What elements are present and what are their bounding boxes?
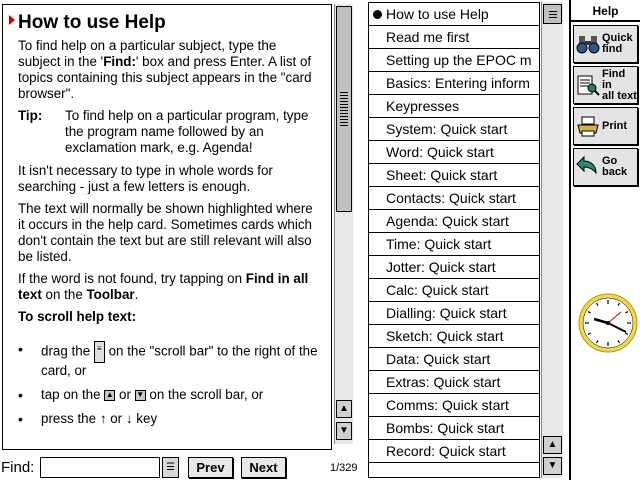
help-paragraph-3: The text will normally be shown highligh…: [18, 201, 313, 264]
card-list-item-label: Basics: Entering inform: [386, 75, 530, 91]
card-list-item-label: Comms: Quick start: [386, 397, 509, 413]
card-list-item[interactable]: Comms: Quick start: [369, 394, 539, 417]
scroll-up-icon: ▲: [104, 389, 116, 401]
card-list-item[interactable]: Record: Quick start: [369, 440, 539, 463]
card-list-item[interactable]: Extras: Quick start: [369, 371, 539, 394]
match-count: 1/329: [330, 462, 358, 474]
help-scroll-down-button[interactable]: ▼: [336, 422, 352, 440]
help-scroll-up-button[interactable]: ▲: [336, 400, 352, 418]
help-paragraph-2: It isn't necessary to type in whole word…: [18, 163, 273, 194]
card-browser-scrollbar[interactable]: ▲ ▼: [541, 2, 563, 478]
find-all-icon: [577, 75, 600, 96]
help-title: How to use Help: [9, 12, 321, 34]
card-list-item[interactable]: How to use Help: [369, 3, 539, 26]
bullet-press: • press the ↑ or ↓ key: [18, 411, 158, 427]
binoculars-icon: [576, 36, 600, 54]
card-list-item-label: Contacts: Quick start: [386, 190, 516, 206]
card-list-item[interactable]: Setting up the EPOC m: [369, 49, 539, 72]
help-tip: Tip: To find help on a particular progra…: [18, 108, 321, 156]
bullet-tap: • tap on the ▲ or ▼ on the scroll bar, o…: [18, 387, 264, 403]
scroll-thumb-icon: ≡: [93, 341, 105, 363]
help-scroll-thumb[interactable]: [336, 6, 352, 212]
help-panel: How to use Help To find help on a partic…: [0, 0, 358, 453]
card-list-item[interactable]: Dialling: Quick start: [369, 302, 539, 325]
prev-button[interactable]: Prev: [188, 457, 233, 478]
quick-find-button[interactable]: Quick find: [573, 25, 638, 63]
card-list-item[interactable]: Keypresses: [369, 95, 539, 118]
card-list-item[interactable]: Read me first: [369, 26, 539, 49]
card-list-item[interactable]: Data: Quick start: [369, 348, 539, 371]
find-bar: Find: ☰ Prev Next 1/329: [0, 455, 366, 480]
tip-text: To find help on a particular program, ty…: [65, 108, 309, 155]
find-label: Find:: [1, 459, 35, 476]
clock-icon: [578, 293, 638, 353]
card-list-item-label: Read me first: [386, 29, 470, 45]
card-list-item-label: Setting up the EPOC m: [386, 52, 532, 68]
card-scroll-up-button[interactable]: ▲: [543, 436, 562, 454]
card-list-item-label: Word: Quick start: [386, 144, 494, 160]
find-in-all-text-button[interactable]: Find in all text: [573, 66, 638, 104]
card-list-item[interactable]: Sketch: Quick start: [369, 325, 539, 348]
card-list-item-label: Sheet: Quick start: [386, 167, 498, 183]
selected-bullet-icon: [373, 10, 382, 19]
find-input[interactable]: [40, 457, 160, 478]
card-list-item-label: Sketch: Quick start: [386, 328, 504, 344]
card-list-item-label: Keypresses: [386, 98, 460, 114]
bullet-drag: • drag the ≡ on the "scroll bar" to the …: [18, 341, 318, 378]
toolbar-title: Help: [571, 0, 640, 22]
card-list-item[interactable]: Time: Quick start: [369, 233, 539, 256]
printer-icon: [577, 116, 599, 137]
card-list-item-label: Bombs: Quick start: [386, 420, 505, 436]
tip-label: Tip:: [18, 108, 43, 123]
list-icon: ☰: [166, 462, 175, 473]
card-list-item-label: Record: Quick start: [386, 443, 506, 459]
card-list-item[interactable]: Word: Quick start: [369, 141, 539, 164]
card-list-item-label: Agenda: Quick start: [386, 213, 509, 229]
help-paragraph-4: If the word is not found, try tapping on…: [18, 271, 309, 302]
find-history-button[interactable]: ☰: [162, 457, 179, 478]
card-list-item-label: Time: Quick start: [386, 236, 492, 252]
help-paragraph-1: To find help on a particular subject, ty…: [18, 38, 312, 101]
next-button[interactable]: Next: [241, 457, 286, 478]
up-arrow-key-icon: ↑: [99, 411, 107, 426]
card-list-item[interactable]: System: Quick start: [369, 118, 539, 141]
toolbar: Help Quick find Find in all text Print Go …: [569, 0, 640, 480]
card-list-item-label: Dialling: Quick start: [386, 305, 507, 321]
scroll-down-icon: ▼: [134, 389, 146, 401]
card-list-item-label: Data: Quick start: [386, 351, 491, 367]
card-list-item[interactable]: Jotter: Quick start: [369, 256, 539, 279]
print-button[interactable]: Print: [573, 107, 638, 145]
card-list-item[interactable]: Sheet: Quick start: [369, 164, 539, 187]
card-browser[interactable]: How to use Help Read me first Setting up t…: [368, 2, 540, 478]
card-list-item-label: System: Quick start: [386, 121, 508, 137]
card-list-item[interactable]: Contacts: Quick start: [369, 187, 539, 210]
card-list-item[interactable]: Calc: Quick start: [369, 279, 539, 302]
card-list-item-label: Calc: Quick start: [386, 282, 489, 298]
card-scroll-down-button[interactable]: ▼: [543, 457, 562, 475]
help-scrollbar[interactable]: ▲ ▼: [334, 4, 353, 444]
help-card[interactable]: How to use Help To find help on a partic…: [2, 4, 332, 450]
go-back-button[interactable]: Go back: [573, 148, 638, 186]
card-list-item-label: Extras: Quick start: [386, 374, 501, 390]
go-back-icon: [576, 155, 597, 175]
card-list-item-label: How to use Help: [386, 6, 489, 22]
card-list-item[interactable]: Bombs: Quick start: [369, 417, 539, 440]
card-scroll-thumb[interactable]: [543, 4, 562, 24]
card-list-item[interactable]: Agenda: Quick start: [369, 210, 539, 233]
title-marker-icon: [9, 15, 15, 25]
scroll-section-heading: To scroll help text:: [18, 309, 137, 324]
pane-divider: [358, 0, 368, 480]
card-list-item[interactable]: Basics: Entering inform: [369, 72, 539, 95]
card-list-item-label: Jotter: Quick start: [386, 259, 496, 275]
down-arrow-key-icon: ↓: [125, 411, 133, 426]
